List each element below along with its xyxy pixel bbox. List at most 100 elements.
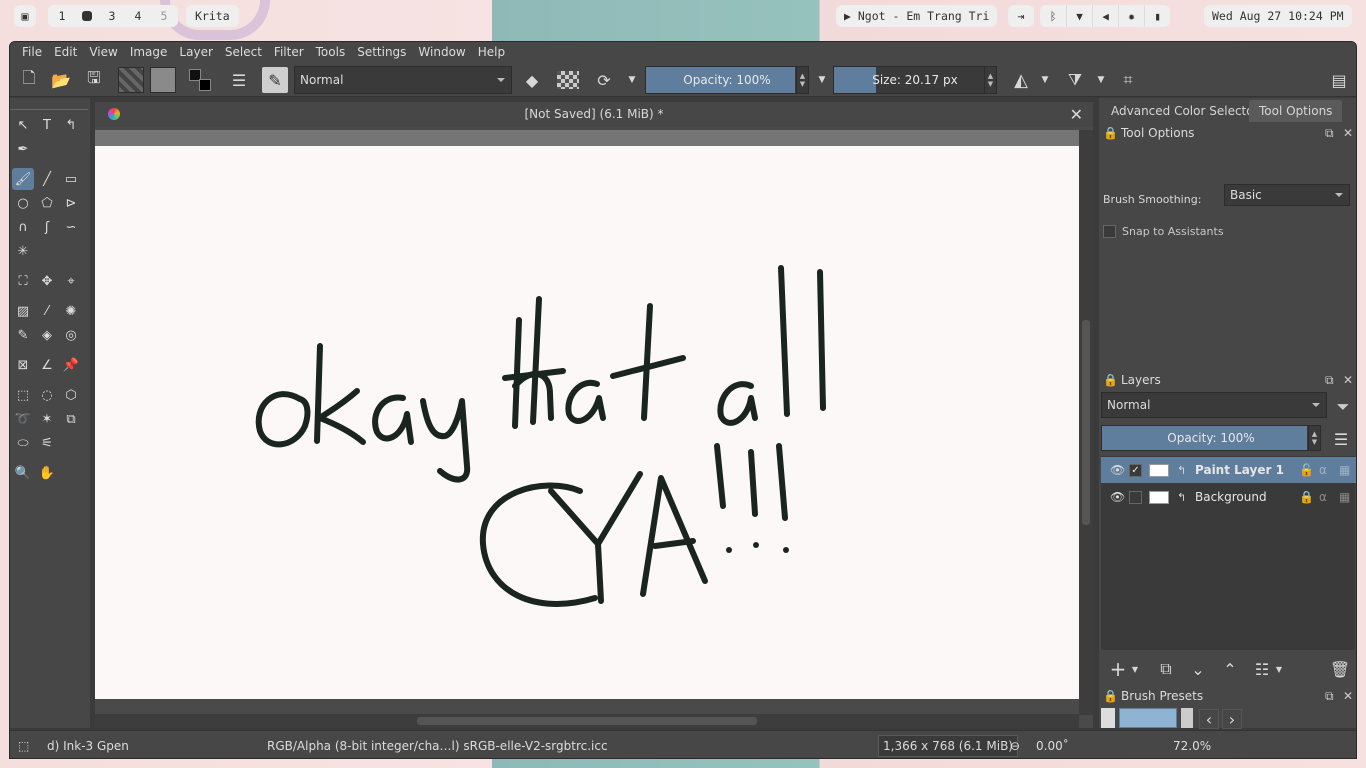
drawing-canvas[interactable] bbox=[95, 146, 1079, 699]
brush-preset-icon[interactable]: ✎ bbox=[262, 67, 288, 93]
tab-advanced-color-selector[interactable]: Advanced Color Selector bbox=[1101, 100, 1269, 122]
open-document-icon[interactable]: 📂 bbox=[50, 67, 72, 93]
assistant-tool-icon[interactable]: ⊠ bbox=[12, 354, 34, 376]
opacity-spinner[interactable]: ▲ ▼ bbox=[796, 67, 808, 93]
play-icon[interactable]: ▶ bbox=[844, 9, 858, 23]
chevron-down-icon[interactable]: ▼ bbox=[1094, 67, 1108, 93]
layer-properties-icon[interactable]: ☷ bbox=[1251, 656, 1273, 682]
logout-icon[interactable]: ⇥ bbox=[1008, 5, 1034, 27]
clock[interactable]: Wed Aug 27 10:24 PM bbox=[1204, 5, 1352, 27]
volume-icon[interactable]: ◀ bbox=[1092, 5, 1118, 27]
workspace-1[interactable]: 1 bbox=[56, 9, 68, 23]
menu-file[interactable]: File bbox=[16, 42, 48, 62]
brush-preset-thumb[interactable] bbox=[1101, 708, 1115, 728]
size-slider[interactable]: Size: 20.17 px ▲ ▼ bbox=[833, 66, 997, 94]
gradient-preset-icon[interactable] bbox=[118, 67, 144, 93]
snap-checkbox[interactable] bbox=[1103, 225, 1116, 238]
smart-patch-tool-icon[interactable]: ✺ bbox=[60, 300, 82, 322]
workspaces-icon[interactable]: ▤ bbox=[1326, 67, 1352, 93]
reference-images-tool-icon[interactable]: 📌 bbox=[60, 354, 82, 376]
bezier-select-tool-icon[interactable]: ⬭ bbox=[12, 432, 34, 454]
similar-select-tool-icon[interactable]: ⧉ bbox=[60, 408, 82, 430]
magnetic-select-tool-icon[interactable]: ⚟ bbox=[36, 432, 58, 454]
menu-select[interactable]: Select bbox=[219, 42, 268, 62]
contiguous-select-tool-icon[interactable]: ✶ bbox=[36, 408, 58, 430]
crop-tool-icon[interactable]: ⌖ bbox=[60, 270, 82, 292]
freehand-select-tool-icon[interactable]: ➰ bbox=[12, 408, 34, 430]
pattern-preset-icon[interactable] bbox=[150, 67, 176, 93]
fg-bg-color-icon[interactable] bbox=[187, 67, 217, 93]
reload-preset-icon[interactable]: ⟳ bbox=[593, 67, 615, 93]
select-shapes-tool-icon[interactable]: ↖ bbox=[12, 114, 34, 136]
alpha-icon[interactable]: α bbox=[1319, 490, 1327, 504]
rect-select-tool-icon[interactable]: ⬚ bbox=[12, 384, 34, 406]
unlock-icon[interactable]: 🔓 bbox=[1299, 463, 1314, 477]
polygon-select-tool-icon[interactable]: ⬡ bbox=[60, 384, 82, 406]
freehand-path-tool-icon[interactable]: ʃ bbox=[36, 216, 58, 238]
brush-preset-thumb[interactable] bbox=[1181, 708, 1193, 728]
visibility-eye-icon[interactable]: 👁 bbox=[1110, 463, 1125, 477]
rectangle-tool-icon[interactable]: ▭ bbox=[60, 168, 82, 190]
brush-preset-thumb-selected[interactable] bbox=[1119, 708, 1177, 728]
new-document-icon[interactable]: 🗋 bbox=[18, 67, 40, 93]
filter-icon[interactable]: ⏷ bbox=[1333, 394, 1353, 420]
add-layer-icon[interactable]: + bbox=[1107, 656, 1129, 682]
ellipse-select-tool-icon[interactable]: ◌ bbox=[36, 384, 58, 406]
layer-blend-select[interactable]: Normal bbox=[1101, 392, 1327, 418]
measure-tool-icon[interactable]: ∠ bbox=[36, 354, 58, 376]
brush-smoothing-select[interactable]: Basic bbox=[1224, 184, 1350, 206]
image-dimensions[interactable]: 1,366 x 768 (6.1 MiB) bbox=[878, 735, 1018, 757]
polygon-tool-icon[interactable]: ⬠ bbox=[36, 192, 58, 214]
wifi-icon[interactable]: ▼ bbox=[1066, 5, 1092, 27]
mirror-horizontal-icon[interactable]: ◭ bbox=[1008, 67, 1034, 93]
text-tool-icon[interactable]: T bbox=[36, 114, 58, 136]
enclose-fill-tool-icon[interactable]: ◎ bbox=[60, 324, 82, 346]
menu-layer[interactable]: Layer bbox=[173, 42, 218, 62]
menu-settings[interactable]: Settings bbox=[351, 42, 412, 62]
calligraphy-tool-icon[interactable]: ✒ bbox=[12, 138, 34, 160]
layer-name[interactable]: Background bbox=[1195, 490, 1267, 504]
move-tool-icon[interactable]: ✥ bbox=[36, 270, 58, 292]
alpha-icon[interactable]: α bbox=[1319, 463, 1327, 477]
close-docker-icon[interactable]: ✕ bbox=[1343, 126, 1353, 140]
menu-help[interactable]: Help bbox=[472, 42, 511, 62]
bluetooth-icon[interactable]: ᛒ bbox=[1040, 5, 1066, 27]
freehand-brush-tool-icon[interactable]: 🖌 bbox=[12, 168, 34, 190]
wrap-around-icon[interactable]: ⌗ bbox=[1116, 67, 1140, 93]
vertical-scrollbar[interactable] bbox=[1079, 130, 1093, 715]
settings-icon[interactable]: ✹ bbox=[1118, 5, 1144, 27]
pan-tool-icon[interactable]: ✋ bbox=[36, 462, 58, 484]
lock-icon[interactable]: 🔒 bbox=[1299, 490, 1314, 504]
menu-view[interactable]: View bbox=[83, 42, 123, 62]
multibrush-tool-icon[interactable]: ✳ bbox=[12, 240, 34, 262]
chevron-down-icon[interactable]: ▼ bbox=[1129, 656, 1141, 682]
size-spinner[interactable]: ▲ ▼ bbox=[984, 67, 996, 93]
layer-row-paint-layer-1[interactable]: 👁 ✓ ↰ Paint Layer 1 🔓 α ▦ bbox=[1101, 457, 1356, 483]
float-docker-icon[interactable]: ⧉ bbox=[1325, 126, 1334, 141]
ellipse-tool-icon[interactable]: ○ bbox=[12, 192, 34, 214]
layer-select-checkbox[interactable]: ✓ bbox=[1129, 463, 1142, 477]
tab-tool-options[interactable]: Tool Options bbox=[1249, 100, 1343, 122]
next-tag-icon[interactable]: › bbox=[1222, 709, 1242, 729]
menu-image[interactable]: Image bbox=[124, 42, 174, 62]
transform-tool-icon[interactable]: ⛶ bbox=[12, 270, 34, 292]
lock-icon[interactable]: 🔒 bbox=[1103, 126, 1118, 140]
menu-filter[interactable]: Filter bbox=[268, 42, 310, 62]
brush-settings-icon[interactable]: ☰ bbox=[228, 67, 250, 93]
fill-tool-icon[interactable]: ◈ bbox=[36, 324, 58, 346]
visibility-eye-icon[interactable]: 👁 bbox=[1110, 490, 1125, 504]
selection-mode-icon[interactable]: ⬚ bbox=[18, 739, 29, 753]
close-document-icon[interactable]: ✕ bbox=[1070, 102, 1083, 127]
blend-mode-select[interactable]: Normal bbox=[294, 66, 512, 94]
launcher-icon[interactable]: ▣ bbox=[14, 5, 36, 27]
layer-select-checkbox[interactable] bbox=[1129, 490, 1142, 504]
menu-tools[interactable]: Tools bbox=[310, 42, 352, 62]
float-docker-icon[interactable]: ⧉ bbox=[1325, 689, 1334, 704]
layer-opacity-slider[interactable]: Opacity: 100% ▲ ▼ bbox=[1101, 425, 1321, 451]
close-docker-icon[interactable]: ✕ bbox=[1343, 373, 1353, 387]
colorize-mask-tool-icon[interactable]: ✎ bbox=[12, 324, 34, 346]
save-document-icon[interactable]: 🖫 bbox=[83, 67, 105, 93]
rotation-icon[interactable]: ⊖ bbox=[1010, 739, 1020, 753]
dynamic-brush-tool-icon[interactable]: ∽ bbox=[60, 216, 82, 238]
lock-icon[interactable]: 🔒 bbox=[1103, 689, 1118, 703]
